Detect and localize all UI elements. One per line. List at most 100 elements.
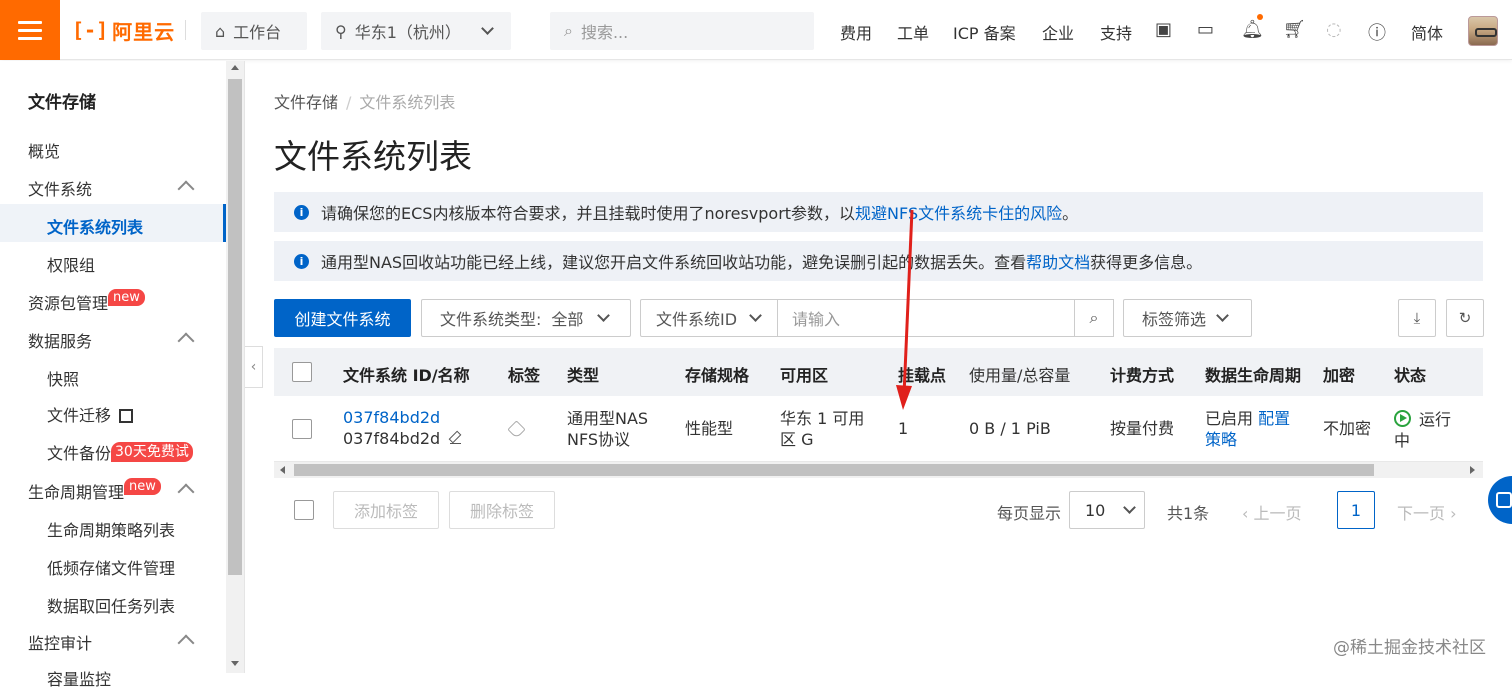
language-switch[interactable]: 简体 (1411, 20, 1443, 44)
menu-support[interactable]: 支持 (1100, 20, 1132, 44)
page-size-value: 10 (1085, 500, 1106, 520)
row-checkbox[interactable] (292, 419, 312, 439)
footer-select-all-checkbox[interactable] (294, 500, 314, 520)
info-icon: i (294, 253, 309, 269)
fs-id-link[interactable]: 037f84bd2d (343, 407, 461, 428)
lightbulb-icon[interactable]: ◌ (1326, 19, 1342, 40)
sidebar-item-fs[interactable]: 文件系统 (28, 176, 92, 200)
region-selector[interactable]: ⚲ 华东1（杭州） (321, 12, 511, 50)
region-label: 华东1（杭州） (354, 23, 461, 42)
col-zone: 可用区 (780, 366, 829, 385)
menu-icp[interactable]: ICP 备案 (953, 20, 1016, 44)
menu-icon[interactable] (0, 0, 60, 60)
lifecycle-status: 已启用 (1205, 409, 1254, 428)
menu-cost[interactable]: 费用 (840, 20, 872, 44)
sidebar-item-lifecycle[interactable]: 生命周期管理 new (28, 478, 161, 503)
search-icon: ⌕ (564, 21, 573, 40)
menu-ticket[interactable]: 工单 (897, 20, 929, 44)
info-icon: i (294, 204, 309, 220)
menu-enterprise[interactable]: 企业 (1042, 20, 1074, 44)
sidebar-item-lowfreq[interactable]: 低频存储文件管理 (47, 555, 175, 579)
sidebar-item-monitor[interactable]: 监控审计 (28, 630, 92, 654)
next-label: 下一页 (1397, 504, 1446, 523)
create-fs-button[interactable]: 创建文件系统 (274, 299, 411, 337)
search-input[interactable]: ⌕ 搜索... (550, 12, 814, 50)
tag-icon[interactable] (507, 420, 526, 439)
chevron-down-icon (481, 21, 494, 35)
sidebar-item-label: 文件迁移 (47, 406, 112, 425)
sidebar-item-fs-list[interactable]: 文件系统列表 (47, 214, 143, 238)
scroll-up-icon[interactable] (231, 65, 239, 70)
page-title: 文件系统列表 (274, 137, 472, 176)
workbench-label: 工作台 (233, 23, 282, 42)
workbench-button[interactable]: ⌂ 工作台 (201, 12, 307, 50)
col-spec: 存储规格 (685, 366, 750, 385)
sidebar-item-retrieve[interactable]: 数据取回任务列表 (47, 593, 175, 617)
notice-ecs-kernel: i 请确保您的ECS内核版本符合要求，并且挂载时使用了noresvport参数，… (274, 192, 1483, 232)
scroll-thumb[interactable] (294, 464, 1374, 476)
table-hscrollbar[interactable] (274, 462, 1483, 478)
sidebar-item-label: 资源包管理 (28, 294, 109, 313)
fs-name-text: 037f84bd2d (343, 429, 441, 448)
table-header: 文件系统 ID/名称 标签 类型 存储规格 可用区 挂载点 使用量/总容量 计费… (274, 348, 1483, 396)
select-all-checkbox[interactable] (292, 362, 312, 382)
tag-filter-button[interactable]: 标签筛选 (1123, 299, 1252, 337)
lifecycle-cell: 已启用 配置 策略 (1205, 408, 1290, 450)
scroll-right-icon[interactable] (1470, 466, 1475, 474)
cart-icon[interactable]: 🛒︎ (1283, 19, 1306, 40)
total-count: 共1条 (1167, 504, 1210, 523)
sidebar-item-data-service[interactable]: 数据服务 (28, 328, 92, 352)
download-icon[interactable]: ⤓ (1398, 299, 1436, 337)
zone-line1: 华东 1 可用 (780, 409, 865, 428)
sidebar-item-snapshot[interactable]: 快照 (47, 366, 79, 390)
fs-name: 037f84bd2d (343, 428, 462, 449)
tag-filter-label: 标签筛选 (1142, 310, 1207, 329)
delete-tag-button[interactable]: 删除标签 (449, 491, 555, 529)
filter-value: 全部 (551, 310, 584, 329)
scroll-down-icon[interactable] (231, 661, 239, 666)
zone-line2: 区 G (780, 430, 814, 449)
logo-text: 阿里云 (112, 19, 176, 44)
filter-label: 文件系统类型: (440, 310, 542, 329)
sidebar-item-overview[interactable]: 概览 (28, 138, 60, 162)
mounts-cell[interactable]: 1 (898, 418, 908, 439)
refresh-icon[interactable]: ↻ (1446, 299, 1484, 337)
annotation-arrow (896, 209, 914, 410)
sidebar-item-lc-policy[interactable]: 生命周期策略列表 (47, 517, 175, 541)
page-size-select[interactable]: 10 (1069, 491, 1145, 529)
fs-id-select[interactable]: 文件系统ID (640, 299, 778, 337)
next-page-button[interactable]: 下一页 › (1397, 500, 1457, 524)
app-icon[interactable]: ▣ (1155, 19, 1172, 40)
fs-type-filter[interactable]: 文件系统类型: 全部 (421, 299, 631, 337)
avatar[interactable] (1468, 16, 1498, 46)
scroll-thumb[interactable] (228, 79, 242, 575)
col-lifecycle: 数据生命周期 (1205, 366, 1302, 385)
sidebar-collapse-button[interactable]: ‹ (245, 346, 263, 388)
col-status: 状态 (1394, 366, 1427, 385)
page-number-button[interactable]: 1 (1337, 491, 1375, 529)
select-label: 文件系统ID (656, 310, 738, 329)
help-icon[interactable]: ⓘ (1368, 19, 1386, 45)
sidebar-item-backup[interactable]: 文件备份 30天免费试 (47, 440, 225, 465)
prev-label: 上一页 (1253, 504, 1302, 523)
bell-icon[interactable]: 🔔︎ (1241, 19, 1264, 40)
external-link-icon (119, 409, 134, 423)
prev-page-button[interactable]: ‹ 上一页 (1242, 500, 1302, 524)
configure-link[interactable]: 配置 (1258, 409, 1290, 428)
sidebar-item-perm-group[interactable]: 权限组 (47, 252, 95, 276)
edit-icon[interactable] (450, 433, 462, 444)
add-tag-button[interactable]: 添加标签 (333, 491, 439, 529)
notice-link[interactable]: 帮助文档 (1026, 249, 1090, 273)
scroll-left-icon[interactable] (280, 466, 285, 474)
floating-help-button[interactable] (1488, 476, 1512, 524)
terminal-icon[interactable]: ▭ (1197, 19, 1214, 40)
per-page-label: 每页显示 (997, 504, 1062, 523)
policy-link[interactable]: 策略 (1205, 429, 1290, 450)
breadcrumb-root[interactable]: 文件存储 (274, 93, 338, 112)
sidebar-item-pkg-mgmt[interactable]: 资源包管理 new (28, 289, 145, 314)
aliyun-logo[interactable]: [-] 阿里云 (72, 15, 175, 45)
sidebar-item-migration[interactable]: 文件迁移 (47, 402, 134, 426)
sidebar-item-monitor-sub[interactable]: 容量监控 (47, 666, 111, 690)
search-icon[interactable]: ⌕ (1074, 299, 1114, 337)
sidebar-scrollbar[interactable] (226, 61, 244, 673)
